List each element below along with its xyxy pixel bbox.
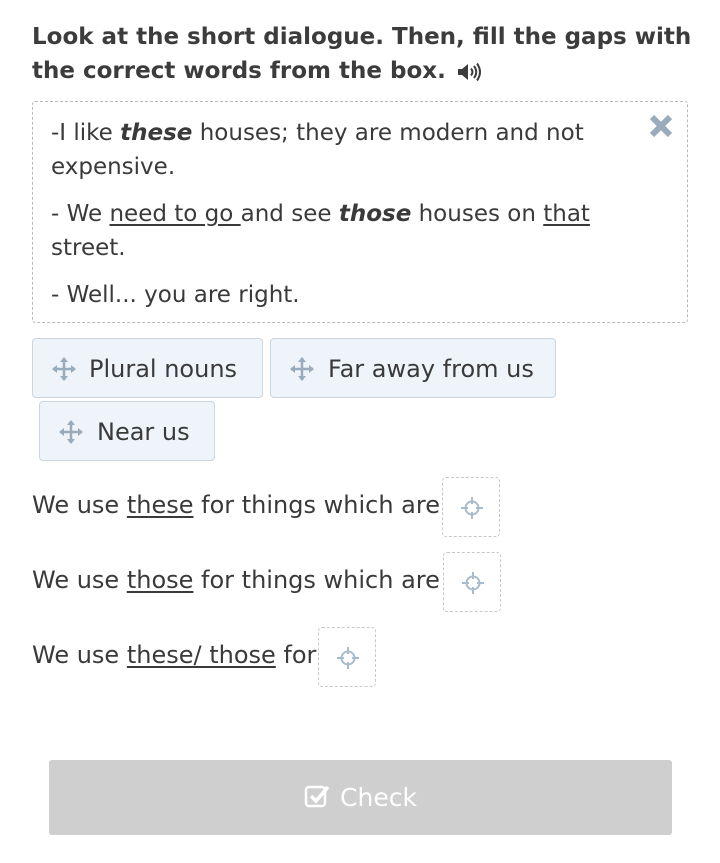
question-text: for things which are: [193, 491, 440, 519]
chip-label: Near us: [97, 418, 190, 446]
dialogue-line: - Well... you are right.: [51, 278, 627, 312]
check-button-label: Check: [340, 783, 417, 812]
question-text: We use: [32, 491, 127, 519]
question-3: We use these/ those for: [32, 641, 316, 669]
instructions: Look at the short dialogue. Then, fill t…: [32, 20, 692, 88]
speaker-icon[interactable]: [456, 61, 482, 83]
move-icon: [52, 357, 76, 381]
dialogue-line: -I like these houses; they are modern an…: [51, 116, 627, 184]
crosshair-icon: [461, 497, 483, 519]
drag-chip-far-away[interactable]: Far away from us: [270, 338, 556, 398]
chip-label: Plural nouns: [89, 355, 238, 383]
checkbox-icon: [304, 785, 330, 808]
question-keyword: those: [126, 566, 194, 594]
dialogue-text: and see: [240, 201, 339, 227]
check-button[interactable]: Check: [49, 760, 672, 835]
question-2: We use those for things which are: [32, 566, 440, 594]
move-icon: [290, 357, 314, 381]
dialogue-text: -I like: [51, 120, 121, 146]
question-text: We use: [32, 566, 127, 594]
crosshair-icon: [337, 647, 359, 669]
dialogue-line: - We need to go and see those houses on …: [51, 197, 627, 265]
drop-zone-2[interactable]: [443, 552, 501, 612]
dialogue-text: - We: [51, 201, 110, 227]
dialogue-text: street.: [51, 235, 126, 261]
crosshair-icon: [462, 572, 484, 594]
drop-zone-3[interactable]: [318, 627, 376, 687]
question-text: for things which are: [193, 566, 440, 594]
dialogue-text: houses on: [411, 201, 544, 227]
chip-label: Far away from us: [328, 355, 534, 383]
drag-chip-plural-nouns[interactable]: Plural nouns: [32, 338, 263, 398]
question-keyword: these/ those: [126, 641, 276, 669]
drag-chip-near-us[interactable]: Near us: [39, 401, 215, 461]
dialogue-text: - Well... you are right.: [51, 282, 300, 308]
question-text: for: [275, 641, 317, 669]
drop-zone-1[interactable]: [442, 477, 500, 537]
question-text: We use: [32, 641, 127, 669]
underlined-word: that: [543, 201, 590, 227]
move-icon: [59, 420, 83, 444]
dialogue-box: -I like these houses; they are modern an…: [32, 101, 688, 323]
close-icon[interactable]: [647, 112, 675, 140]
emphasis-these: these: [120, 120, 193, 146]
emphasis-those: those: [338, 201, 412, 227]
instructions-text: Look at the short dialogue. Then, fill t…: [32, 24, 692, 84]
question-1: We use these for things which are: [32, 491, 440, 519]
question-keyword: these: [126, 491, 194, 519]
underlined-phrase: need to go: [109, 201, 241, 227]
